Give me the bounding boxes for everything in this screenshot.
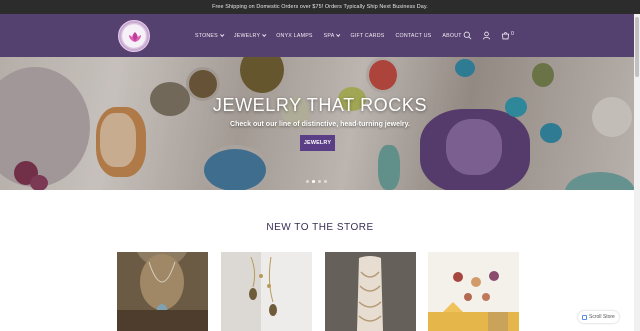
chevron-down-icon bbox=[262, 32, 267, 37]
nav-item-gift-cards[interactable]: GIFT CARDS bbox=[350, 33, 384, 39]
product-card-1[interactable] bbox=[117, 252, 208, 331]
cart-count: 0 bbox=[511, 31, 514, 37]
hero-title: JEWELRY THAT ROCKS bbox=[212, 95, 428, 115]
product-image-pendants bbox=[428, 252, 519, 331]
product-image-earrings bbox=[221, 252, 312, 331]
slide-dot[interactable] bbox=[306, 180, 309, 183]
nav-item-jewelry[interactable]: JEWELRY bbox=[233, 32, 267, 39]
product-card-4[interactable] bbox=[428, 252, 519, 331]
nav-item-label: ABOUT bbox=[442, 32, 462, 39]
nav-item-onyx-lamps[interactable]: ONYX LAMPS bbox=[276, 33, 312, 39]
hero-jewelry-button[interactable]: JEWELRY bbox=[300, 135, 335, 151]
store-badge-icon bbox=[582, 314, 587, 320]
section-title: NEW TO THE STORE bbox=[266, 222, 374, 233]
nav-item-label: ONYX LAMPS bbox=[276, 32, 313, 39]
cart-icon[interactable] bbox=[501, 31, 510, 40]
hero-subtitle: Check out our line of distinctive, head-… bbox=[230, 121, 410, 128]
account-icon[interactable] bbox=[482, 31, 491, 40]
nav-item-contact-us[interactable]: CONTACT US bbox=[395, 33, 431, 39]
store-badge[interactable]: Scroll Store bbox=[578, 311, 619, 323]
lotus-logo-icon bbox=[129, 32, 141, 42]
store-badge-label: Scroll Store bbox=[589, 314, 615, 320]
main-nav: STONES JEWELRY ONYX LAMPS SPA GIFT CARDS CONT… bbox=[195, 14, 473, 57]
chevron-down-icon bbox=[336, 32, 341, 37]
chevron-down-icon bbox=[219, 32, 225, 37]
product-image-lamp bbox=[325, 252, 416, 331]
site-logo[interactable] bbox=[118, 20, 150, 52]
slide-dot[interactable] bbox=[318, 180, 321, 183]
nav-item-label: GIFT CARDS bbox=[350, 32, 385, 39]
slide-dot[interactable] bbox=[312, 180, 315, 183]
nav-item-label: STONES bbox=[195, 32, 218, 39]
nav-item-spa[interactable]: SPA bbox=[323, 32, 341, 39]
nav-item-stones[interactable]: STONES bbox=[195, 32, 225, 39]
product-image-necklace bbox=[117, 252, 208, 331]
slide-dot[interactable] bbox=[324, 180, 327, 183]
nav-item-label: JEWELRY bbox=[233, 32, 261, 39]
search-icon[interactable] bbox=[463, 31, 472, 40]
announcement-text: Free Shipping on Domestic Orders over $7… bbox=[212, 4, 428, 10]
announcement-bar: Free Shipping on Domestic Orders over $7… bbox=[0, 0, 640, 14]
nav-item-label: SPA bbox=[323, 32, 335, 39]
nav-item-about[interactable]: ABOUT bbox=[442, 33, 461, 39]
product-card-3[interactable] bbox=[325, 252, 416, 331]
page-scrollbar[interactable] bbox=[634, 14, 640, 331]
product-card-2[interactable] bbox=[221, 252, 312, 331]
scrollbar-thumb[interactable] bbox=[635, 17, 639, 77]
nav-item-label: CONTACT US bbox=[395, 32, 432, 39]
slide-indicators bbox=[306, 180, 327, 183]
